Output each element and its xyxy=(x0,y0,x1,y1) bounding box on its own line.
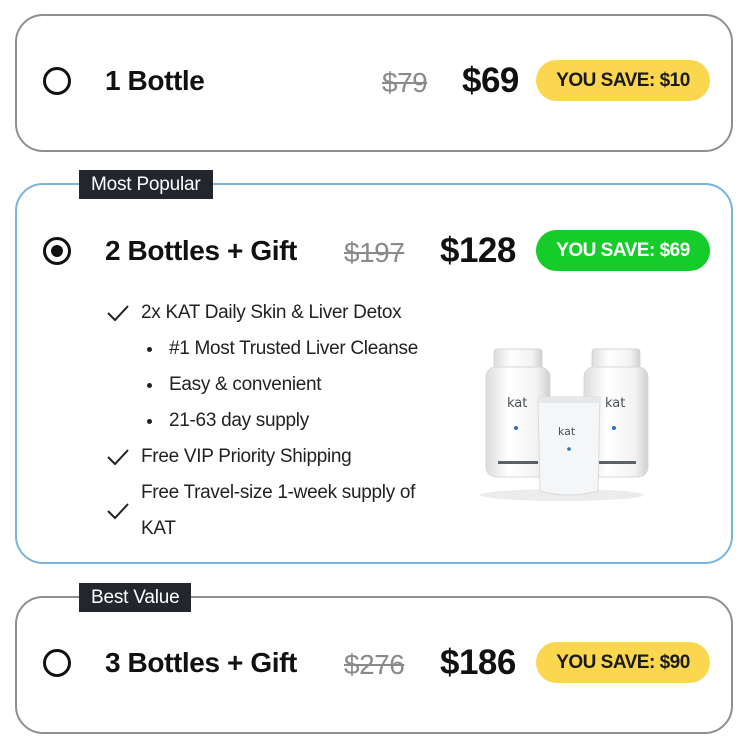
bullet-icon xyxy=(147,383,152,388)
radio-dot xyxy=(51,245,63,257)
option-row[interactable]: 1 Bottle $79 $69 YOU SAVE: $10 xyxy=(17,53,731,113)
sale-price: $186 xyxy=(440,643,516,682)
original-price: $79 xyxy=(382,67,428,98)
option-name: 2 Bottles + Gift xyxy=(105,235,297,266)
product-image: kat kat kat xyxy=(480,348,649,501)
check-icon xyxy=(107,449,129,466)
option-card-2-bottles[interactable]: Most Popular 2 Bottles + Gift $197 $128 … xyxy=(15,170,733,564)
feature-item: 2x KAT Daily Skin & Liver Detox xyxy=(105,295,465,331)
option-row[interactable]: 3 Bottles + Gift $276 $186 YOU SAVE: $90 xyxy=(17,635,731,695)
option-name: 3 Bottles + Gift xyxy=(105,647,297,678)
bullet-icon xyxy=(147,347,152,352)
svg-text:kat: kat xyxy=(558,425,576,438)
travel-pouch: kat xyxy=(537,396,601,496)
feature-item: Free VIP Priority Shipping xyxy=(105,439,465,475)
original-price: $197 xyxy=(344,237,405,268)
check-icon xyxy=(107,305,129,322)
savings-badge: YOU SAVE: $90 xyxy=(536,642,710,683)
svg-text:kat: kat xyxy=(605,396,625,411)
check-icon xyxy=(107,503,129,520)
savings-badge: YOU SAVE: $69 xyxy=(536,230,710,271)
sale-price: $128 xyxy=(440,231,516,270)
original-price: $276 xyxy=(344,649,405,680)
option-card-1-bottle[interactable]: 1 Bottle $79 $69 YOU SAVE: $10 xyxy=(15,14,733,152)
bullet-icon xyxy=(147,419,152,424)
sub-feature-item: 21-63 day supply xyxy=(105,403,465,439)
savings-badge: YOU SAVE: $10 xyxy=(536,60,710,101)
feature-list: 2x KAT Daily Skin & Liver Detox #1 Most … xyxy=(105,295,465,547)
best-value-tag: Best Value xyxy=(79,583,192,612)
option-row[interactable]: 2 Bottles + Gift $197 $128 YOU SAVE: $69 xyxy=(17,223,731,283)
most-popular-tag: Most Popular xyxy=(79,170,213,199)
svg-text:kat: kat xyxy=(507,396,527,411)
feature-item: Free Travel-size 1-week supply of KAT xyxy=(105,475,465,547)
sub-feature-item: #1 Most Trusted Liver Cleanse xyxy=(105,331,465,367)
option-card-3-bottles[interactable]: Best Value 3 Bottles + Gift $276 $186 YO… xyxy=(15,583,733,734)
radio-checked-icon[interactable] xyxy=(43,237,71,265)
sub-feature-item: Easy & convenient xyxy=(105,367,465,403)
radio-empty-icon[interactable] xyxy=(43,67,71,95)
sale-price: $69 xyxy=(462,61,519,100)
radio-empty-icon[interactable] xyxy=(43,649,71,677)
option-name: 1 Bottle xyxy=(105,65,205,96)
